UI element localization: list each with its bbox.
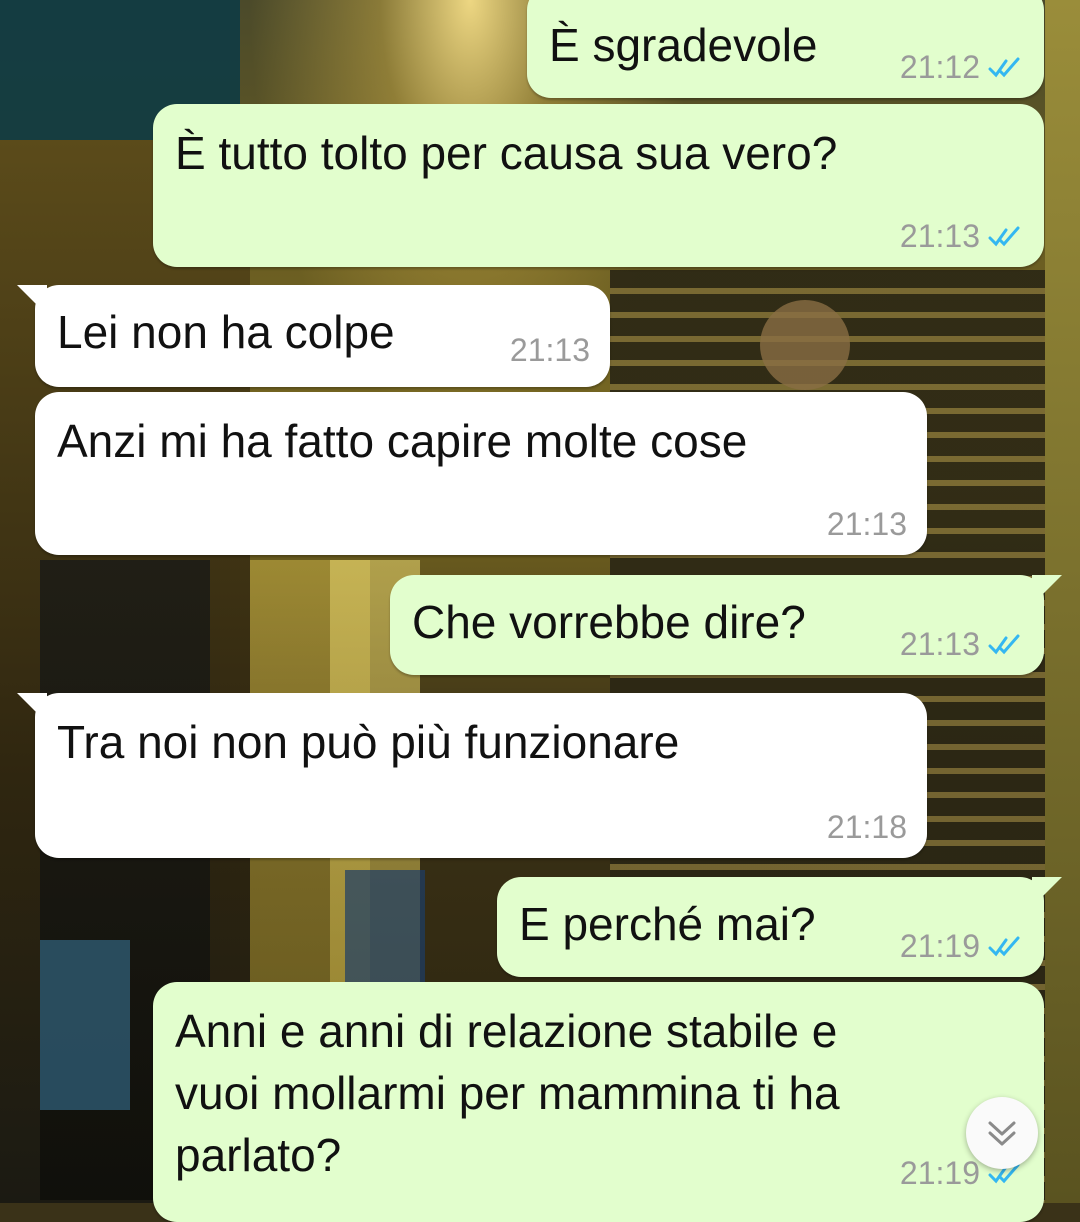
message-text: È sgradevole — [549, 19, 818, 71]
incoming-message[interactable]: Anzi mi ha fatto capire molte cose 21:13 — [35, 392, 927, 555]
outgoing-message[interactable]: Anni e anni di relazione stabile e vuoi … — [153, 982, 1044, 1222]
double-check-icon — [988, 634, 1020, 654]
message-meta: 21:19 — [900, 928, 1024, 965]
incoming-message[interactable]: Lei non ha colpe 21:13 — [17, 285, 610, 387]
message-time: 21:18 — [826, 809, 907, 845]
chevron-double-down-icon — [988, 1121, 1016, 1146]
scroll-to-bottom-button[interactable] — [966, 1097, 1038, 1169]
message-meta: 21:13 — [900, 626, 1024, 663]
outgoing-message[interactable]: È tutto tolto per causa sua vero? 21:13 — [153, 104, 1044, 267]
message-meta: 21:18 — [827, 809, 907, 846]
message-time: 21:13 — [509, 332, 590, 368]
message-meta: 21:13 — [827, 506, 907, 543]
outgoing-message[interactable]: Che vorrebbe dire? 21:13 — [390, 575, 1062, 675]
message-text: Anni e anni di relazione stabile e vuoi … — [175, 1005, 840, 1181]
message-text: Che vorrebbe dire? — [412, 596, 806, 648]
incoming-message[interactable]: Tra noi non può più funzionare 21:18 — [17, 693, 927, 858]
double-check-icon — [988, 57, 1020, 77]
message-text: Anzi mi ha fatto capire molte cose — [57, 415, 748, 467]
message-text: E perché mai? — [519, 898, 816, 950]
message-meta: 21:13 — [900, 218, 1024, 255]
message-text: È tutto tolto per causa sua vero? — [175, 127, 838, 179]
message-time: 21:13 — [899, 626, 980, 662]
message-text: Lei non ha colpe — [57, 306, 395, 358]
double-check-icon — [988, 226, 1020, 246]
message-meta: 21:12 — [900, 49, 1024, 86]
message-meta: 21:13 — [510, 332, 590, 369]
double-check-icon — [988, 936, 1020, 956]
message-time: 21:19 — [899, 1155, 980, 1191]
message-time: 21:13 — [826, 506, 907, 542]
outgoing-message[interactable]: È sgradevole 21:12 — [527, 0, 1044, 98]
message-time: 21:19 — [899, 928, 980, 964]
message-text: Tra noi non può più funzionare — [57, 716, 680, 768]
message-time: 21:13 — [899, 218, 980, 254]
outgoing-message[interactable]: E perché mai? 21:19 — [497, 877, 1062, 977]
message-time: 21:12 — [899, 49, 980, 85]
